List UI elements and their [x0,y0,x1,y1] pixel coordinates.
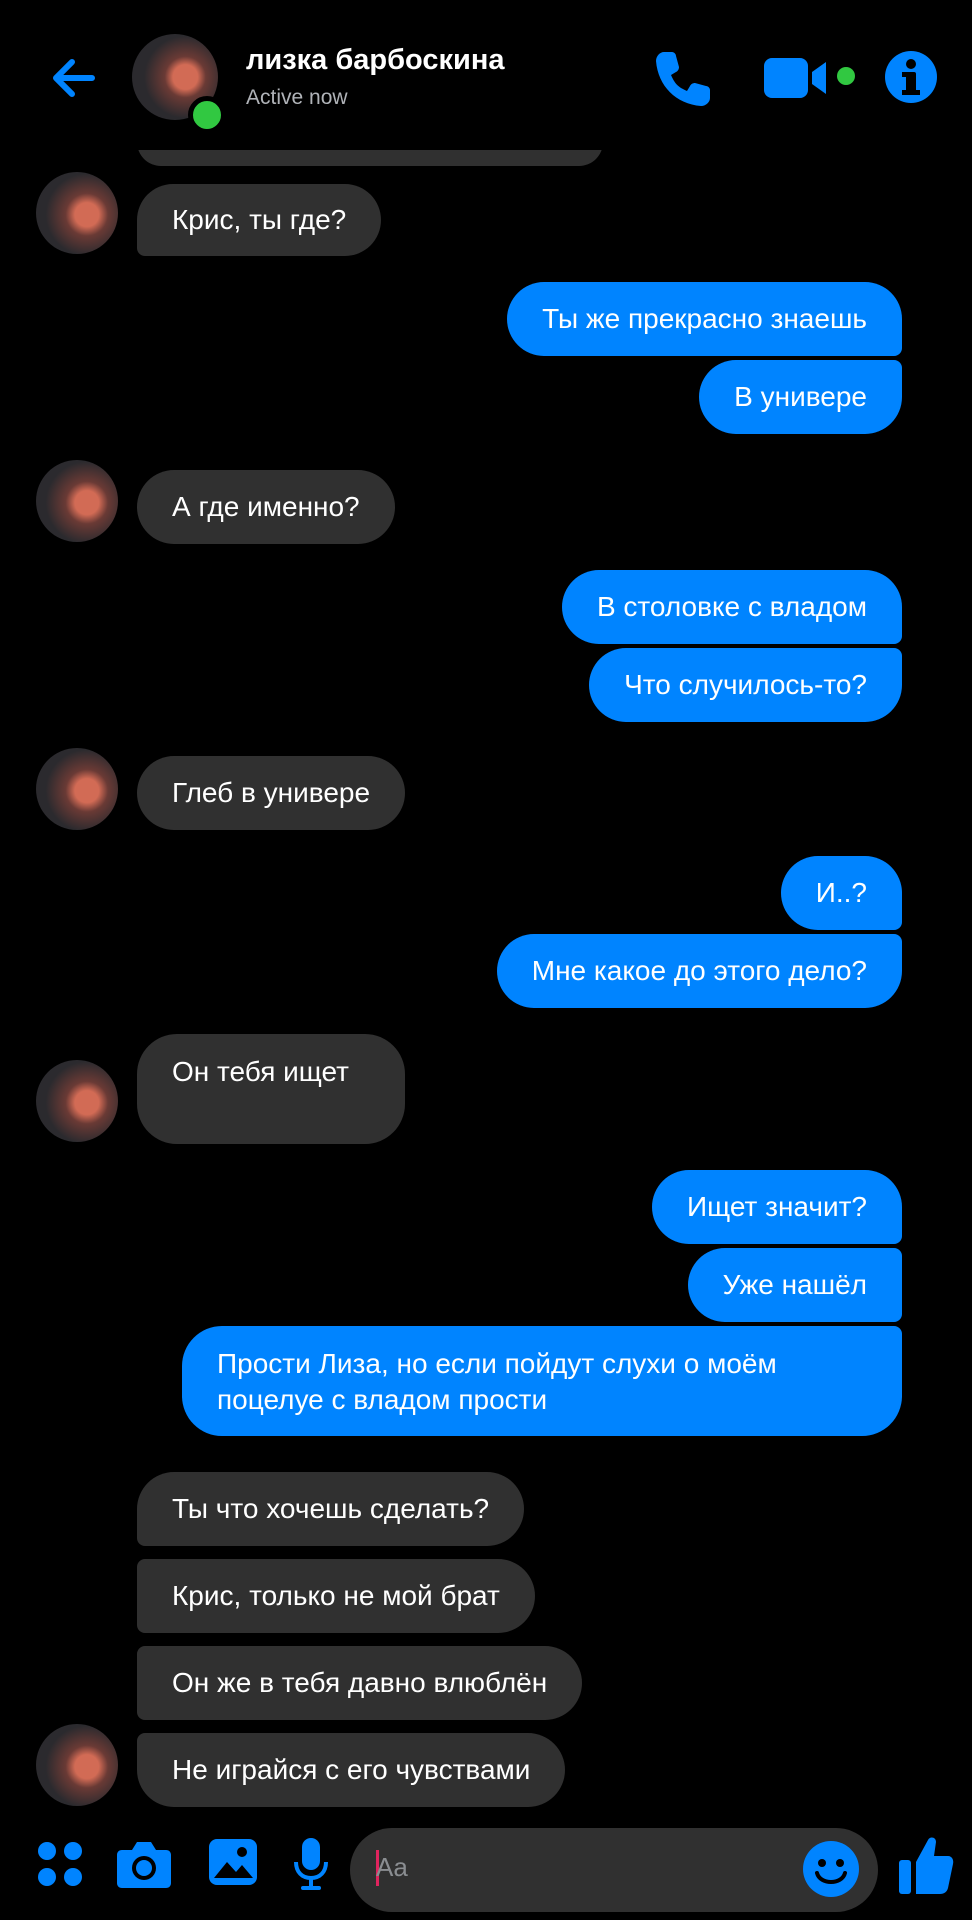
chat-header: лизка барбоскина Active now [0,0,972,150]
message-bubble-incoming[interactable]: А где именно? [137,470,395,544]
message-bubble-outgoing[interactable]: Что случилось-то? [589,648,902,722]
apps-grid-icon[interactable] [36,1840,84,1888]
sender-avatar[interactable] [36,172,118,254]
contact-name[interactable]: лизка барбоскина [246,44,504,77]
contact-status: Active now [246,86,348,109]
sender-avatar[interactable] [36,1060,118,1142]
message-bubble-incoming[interactable]: Ты что хочешь сделать? [137,1472,525,1546]
message-bubble-incoming[interactable]: Он же в тебя давно влюблён [137,1646,583,1720]
sender-avatar[interactable] [36,1724,118,1806]
message-bubble-outgoing[interactable]: Мне какое до этого дело? [496,934,902,1008]
message-bubble-outgoing[interactable]: В столовке с владом [561,570,902,644]
message-bubble-outgoing[interactable]: В универе [699,360,902,434]
info-icon[interactable] [884,50,938,104]
sender-avatar[interactable] [36,460,118,542]
message-bubble-outgoing[interactable]: Уже нашёл [687,1248,902,1322]
message-bubble-outgoing[interactable]: Ищет значит? [652,1170,902,1244]
phone-icon[interactable] [650,46,716,112]
arrow-left-icon[interactable] [44,48,104,108]
message-bubble-incoming[interactable]: Не играйся с его чувствами [137,1733,566,1807]
message-bubble-incoming[interactable]: Крис, только не мой брат [137,1559,535,1633]
message-bubble-incoming[interactable]: Он тебя ищет [137,1034,405,1144]
message-bubble-outgoing[interactable]: Прости Лиза, но если пойдут слухи о моём… [182,1326,902,1436]
message-bubble-incoming[interactable]: Крис, ты где? [137,184,382,256]
message-bubble-incoming[interactable]: Глеб в универе [137,756,406,830]
camera-icon[interactable] [116,1838,172,1890]
thumbs-up-icon[interactable] [898,1834,954,1896]
video-camera-icon[interactable] [764,52,858,104]
microphone-icon[interactable] [292,1836,330,1892]
message-bubble-outgoing[interactable]: Ты же прекрасно знаешь [507,282,902,356]
emoji-icon[interactable] [802,1840,860,1898]
message-input-placeholder: Aa [376,1852,408,1882]
message-bubble-outgoing[interactable]: И..? [780,856,902,930]
sender-avatar[interactable] [36,748,118,830]
message-input[interactable] [350,1828,878,1912]
gallery-icon[interactable] [208,1838,258,1886]
online-indicator [188,96,226,134]
